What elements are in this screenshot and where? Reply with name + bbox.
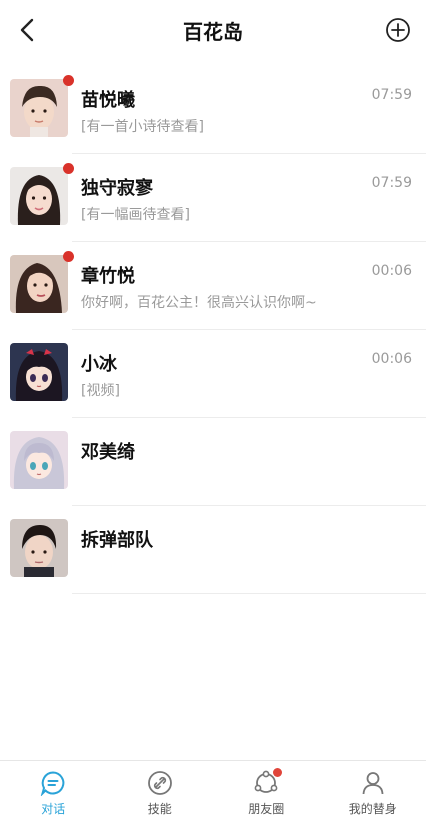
avatar-container — [10, 431, 70, 491]
moments-icon — [252, 768, 283, 797]
anime-girl-avatar — [10, 343, 68, 401]
tab-my-avatar[interactable]: 我的替身 — [320, 761, 426, 818]
back-arrow-icon — [20, 18, 34, 42]
tab-chat[interactable]: 对话 — [0, 761, 107, 818]
anime-girl-avatar — [10, 431, 68, 489]
back-button[interactable] — [12, 14, 44, 46]
avatar — [10, 79, 68, 137]
avatar-container — [10, 163, 74, 227]
chat-name: 邓美绮 — [81, 442, 135, 463]
chat-name: 小冰 — [81, 354, 117, 375]
avatar-container — [10, 251, 74, 315]
chat-preview: 你好啊，百花公主！很高兴认识你啊~ — [81, 295, 317, 311]
chat-name: 独守寂寥 — [81, 178, 153, 199]
unread-dot — [63, 251, 74, 262]
tab-label: 朋友圈 — [248, 802, 285, 816]
avatar — [10, 167, 68, 225]
chat-row-xiaobing[interactable]: 小冰 00:06 [视频] — [0, 330, 426, 418]
add-button[interactable] — [382, 14, 414, 46]
tab-label: 我的替身 — [348, 802, 397, 816]
chat-list: 苗悦曦 07:59 [有一首小诗待查看] 独守寂寥 07:59 [有一幅画待查看… — [0, 66, 426, 594]
tab-label: 技能 — [147, 802, 172, 816]
avatar — [10, 431, 68, 489]
unread-dot — [63, 163, 74, 174]
chat-name: 苗悦曦 — [81, 90, 135, 111]
tab-label: 对话 — [41, 802, 66, 816]
unread-dot — [63, 75, 74, 86]
chat-row-dengmeiqi[interactable]: 邓美绮 — [0, 418, 426, 506]
chat-time: 00:06 — [371, 351, 412, 367]
avatar-container — [10, 519, 70, 579]
chat-row-chaidanbudui[interactable]: 拆弹部队 — [0, 506, 426, 594]
chat-preview: [视频] — [81, 383, 120, 399]
chat-row-miaoyuexi[interactable]: 苗悦曦 07:59 [有一首小诗待查看] — [0, 66, 426, 154]
avatar — [10, 519, 68, 577]
row-divider — [72, 593, 426, 594]
notification-dot — [273, 768, 283, 777]
chat-time: 00:06 — [371, 263, 412, 279]
female-portrait-avatar — [10, 255, 68, 313]
person-icon — [359, 769, 387, 797]
page-title: 百花岛 — [183, 20, 243, 44]
plus-circle-icon — [386, 18, 410, 42]
link-icon — [146, 769, 174, 797]
chat-row-zhangzhuyue[interactable]: 章竹悦 00:06 你好啊，百花公主！很高兴认识你啊~ — [0, 242, 426, 330]
chat-name: 拆弹部队 — [81, 530, 153, 551]
avatar-container — [10, 343, 70, 403]
chat-name: 章竹悦 — [81, 266, 135, 287]
chat-preview: [有一幅画待查看] — [81, 207, 190, 223]
chat-preview: [有一首小诗待查看] — [81, 119, 204, 135]
male-portrait-avatar — [10, 519, 68, 577]
chat-time: 07:59 — [371, 175, 412, 191]
chat-bubble-icon — [39, 769, 67, 797]
tab-skills[interactable]: 技能 — [107, 761, 214, 818]
tab-moments[interactable]: 朋友圈 — [213, 761, 320, 818]
avatar-container — [10, 75, 74, 139]
chat-row-dushoujiliao[interactable]: 独守寂寥 07:59 [有一幅画待查看] — [0, 154, 426, 242]
avatar — [10, 343, 68, 401]
bottom-tab-bar: 对话 技能 朋友圈 我的替身 — [0, 760, 426, 818]
male-portrait-avatar — [10, 79, 68, 137]
female-portrait-avatar — [10, 167, 68, 225]
header-bar: 百花岛 — [0, 0, 426, 60]
chat-time: 07:59 — [371, 87, 412, 103]
avatar — [10, 255, 68, 313]
